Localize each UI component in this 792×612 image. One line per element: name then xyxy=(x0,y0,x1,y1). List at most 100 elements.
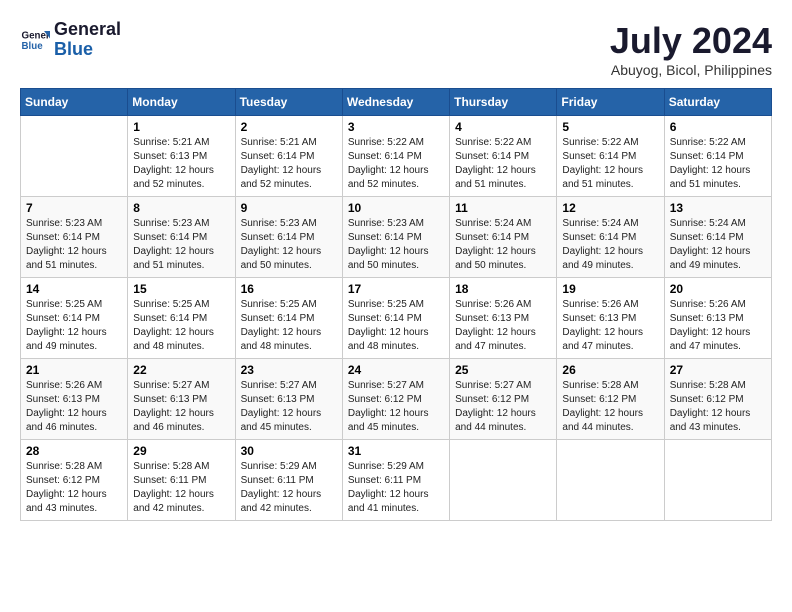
day-info: Sunrise: 5:24 AMSunset: 6:14 PMDaylight:… xyxy=(670,217,766,273)
day-info: Sunrise: 5:23 AMSunset: 6:14 PMDaylight:… xyxy=(241,217,337,273)
day-info: Sunrise: 5:21 AMSunset: 6:14 PMDaylight:… xyxy=(241,136,337,192)
day-number: 25 xyxy=(455,363,551,377)
day-info: Sunrise: 5:28 AMSunset: 6:12 PMDaylight:… xyxy=(562,379,658,435)
day-number: 15 xyxy=(133,282,229,296)
weekday-header-saturday: Saturday xyxy=(664,89,771,116)
day-number: 12 xyxy=(562,201,658,215)
weekday-header-wednesday: Wednesday xyxy=(342,89,449,116)
calendar-cell: 20Sunrise: 5:26 AMSunset: 6:13 PMDayligh… xyxy=(664,278,771,359)
day-info: Sunrise: 5:29 AMSunset: 6:11 PMDaylight:… xyxy=(348,460,444,516)
day-info: Sunrise: 5:28 AMSunset: 6:11 PMDaylight:… xyxy=(133,460,229,516)
calendar-cell: 28 Sunrise: 5:28 AMSunset: 6:12 PMDayligh… xyxy=(21,440,128,521)
calendar-cell: 2Sunrise: 5:21 AMSunset: 6:14 PMDaylight… xyxy=(235,116,342,197)
day-number: 24 xyxy=(348,363,444,377)
day-info: Sunrise: 5:27 AMSunset: 6:13 PMDaylight:… xyxy=(133,379,229,435)
day-info: Sunrise: 5:29 AMSunset: 6:11 PMDaylight:… xyxy=(241,460,337,516)
day-info: Sunrise: 5:23 AMSunset: 6:14 PMDaylight:… xyxy=(26,217,122,273)
day-number: 7 xyxy=(26,201,122,215)
day-number: 28 xyxy=(26,444,122,458)
calendar-cell: 11 Sunrise: 5:24 AMSunset: 6:14 PMDayligh… xyxy=(450,197,557,278)
calendar-cell: 10Sunrise: 5:23 AMSunset: 6:14 PMDayligh… xyxy=(342,197,449,278)
calendar-cell: 29 Sunrise: 5:28 AMSunset: 6:11 PMDayligh… xyxy=(128,440,235,521)
weekday-header-monday: Monday xyxy=(128,89,235,116)
week-row-3: 14 Sunrise: 5:25 AMSunset: 6:14 PMDayligh… xyxy=(21,278,772,359)
day-number: 8 xyxy=(133,201,229,215)
calendar-cell: 13 Sunrise: 5:24 AMSunset: 6:14 PMDayligh… xyxy=(664,197,771,278)
day-number: 6 xyxy=(670,120,766,134)
month-title: July 2024 xyxy=(610,20,772,62)
day-info: Sunrise: 5:26 AMSunset: 6:13 PMDaylight:… xyxy=(562,298,658,354)
day-info: Sunrise: 5:24 AMSunset: 6:14 PMDaylight:… xyxy=(455,217,551,273)
weekday-header-sunday: Sunday xyxy=(21,89,128,116)
day-number: 1 xyxy=(133,120,229,134)
logo-text: General Blue xyxy=(54,20,121,60)
calendar-cell: 18Sunrise: 5:26 AMSunset: 6:13 PMDayligh… xyxy=(450,278,557,359)
week-row-5: 28 Sunrise: 5:28 AMSunset: 6:12 PMDayligh… xyxy=(21,440,772,521)
weekday-header-row: SundayMondayTuesdayWednesdayThursdayFrid… xyxy=(21,89,772,116)
calendar-cell: 8 Sunrise: 5:23 AMSunset: 6:14 PMDaylight… xyxy=(128,197,235,278)
day-info: Sunrise: 5:22 AMSunset: 6:14 PMDaylight:… xyxy=(670,136,766,192)
calendar-cell: 3 Sunrise: 5:22 AMSunset: 6:14 PMDaylight… xyxy=(342,116,449,197)
calendar-cell: 31 Sunrise: 5:29 AMSunset: 6:11 PMDayligh… xyxy=(342,440,449,521)
day-info: Sunrise: 5:25 AMSunset: 6:14 PMDaylight:… xyxy=(26,298,122,354)
day-info: Sunrise: 5:25 AMSunset: 6:14 PMDaylight:… xyxy=(348,298,444,354)
day-number: 31 xyxy=(348,444,444,458)
week-row-2: 7 Sunrise: 5:23 AMSunset: 6:14 PMDaylight… xyxy=(21,197,772,278)
day-number: 9 xyxy=(241,201,337,215)
logo-icon: General Blue xyxy=(20,25,50,55)
calendar-cell: 4 Sunrise: 5:22 AMSunset: 6:14 PMDaylight… xyxy=(450,116,557,197)
calendar-cell: 12 Sunrise: 5:24 AMSunset: 6:14 PMDayligh… xyxy=(557,197,664,278)
week-row-1: 1 Sunrise: 5:21 AMSunset: 6:13 PMDaylight… xyxy=(21,116,772,197)
calendar-cell: 19Sunrise: 5:26 AMSunset: 6:13 PMDayligh… xyxy=(557,278,664,359)
calendar-cell: 25 Sunrise: 5:27 AMSunset: 6:12 PMDayligh… xyxy=(450,359,557,440)
weekday-header-thursday: Thursday xyxy=(450,89,557,116)
day-info: Sunrise: 5:22 AMSunset: 6:14 PMDaylight:… xyxy=(455,136,551,192)
day-number: 30 xyxy=(241,444,337,458)
calendar-cell xyxy=(21,116,128,197)
day-info: Sunrise: 5:25 AMSunset: 6:14 PMDaylight:… xyxy=(133,298,229,354)
day-info: Sunrise: 5:23 AMSunset: 6:14 PMDaylight:… xyxy=(133,217,229,273)
day-info: Sunrise: 5:22 AMSunset: 6:14 PMDaylight:… xyxy=(562,136,658,192)
day-info: Sunrise: 5:26 AMSunset: 6:13 PMDaylight:… xyxy=(455,298,551,354)
calendar-cell: 14 Sunrise: 5:25 AMSunset: 6:14 PMDayligh… xyxy=(21,278,128,359)
calendar-cell: 21Sunrise: 5:26 AMSunset: 6:13 PMDayligh… xyxy=(21,359,128,440)
day-info: Sunrise: 5:24 AMSunset: 6:14 PMDaylight:… xyxy=(562,217,658,273)
day-number: 4 xyxy=(455,120,551,134)
day-number: 11 xyxy=(455,201,551,215)
day-number: 3 xyxy=(348,120,444,134)
day-number: 17 xyxy=(348,282,444,296)
day-info: Sunrise: 5:28 AMSunset: 6:12 PMDaylight:… xyxy=(670,379,766,435)
weekday-header-tuesday: Tuesday xyxy=(235,89,342,116)
calendar-cell: 7 Sunrise: 5:23 AMSunset: 6:14 PMDaylight… xyxy=(21,197,128,278)
day-number: 26 xyxy=(562,363,658,377)
day-number: 14 xyxy=(26,282,122,296)
day-number: 22 xyxy=(133,363,229,377)
day-info: Sunrise: 5:21 AMSunset: 6:13 PMDaylight:… xyxy=(133,136,229,192)
calendar-cell: 24Sunrise: 5:27 AMSunset: 6:12 PMDayligh… xyxy=(342,359,449,440)
day-number: 5 xyxy=(562,120,658,134)
title-block: July 2024 Abuyog, Bicol, Philippines xyxy=(610,20,772,78)
calendar-cell: 22 Sunrise: 5:27 AMSunset: 6:13 PMDayligh… xyxy=(128,359,235,440)
day-info: Sunrise: 5:27 AMSunset: 6:12 PMDaylight:… xyxy=(455,379,551,435)
calendar-cell: 23Sunrise: 5:27 AMSunset: 6:13 PMDayligh… xyxy=(235,359,342,440)
svg-text:Blue: Blue xyxy=(22,41,44,52)
calendar-table: SundayMondayTuesdayWednesdayThursdayFrid… xyxy=(20,88,772,521)
logo: General Blue General Blue xyxy=(20,20,121,60)
calendar-cell xyxy=(557,440,664,521)
day-info: Sunrise: 5:22 AMSunset: 6:14 PMDaylight:… xyxy=(348,136,444,192)
day-number: 10 xyxy=(348,201,444,215)
calendar-cell: 30 Sunrise: 5:29 AMSunset: 6:11 PMDayligh… xyxy=(235,440,342,521)
day-info: Sunrise: 5:26 AMSunset: 6:13 PMDaylight:… xyxy=(670,298,766,354)
location: Abuyog, Bicol, Philippines xyxy=(610,62,772,78)
calendar-cell: 1 Sunrise: 5:21 AMSunset: 6:13 PMDaylight… xyxy=(128,116,235,197)
calendar-cell: 26 Sunrise: 5:28 AMSunset: 6:12 PMDayligh… xyxy=(557,359,664,440)
day-info: Sunrise: 5:28 AMSunset: 6:12 PMDaylight:… xyxy=(26,460,122,516)
day-number: 23 xyxy=(241,363,337,377)
day-number: 13 xyxy=(670,201,766,215)
day-number: 29 xyxy=(133,444,229,458)
calendar-cell xyxy=(450,440,557,521)
calendar-cell: 6 Sunrise: 5:22 AMSunset: 6:14 PMDaylight… xyxy=(664,116,771,197)
page-header: General Blue General Blue July 2024 Abuy… xyxy=(20,20,772,78)
week-row-4: 21Sunrise: 5:26 AMSunset: 6:13 PMDayligh… xyxy=(21,359,772,440)
calendar-cell: 15 Sunrise: 5:25 AMSunset: 6:14 PMDayligh… xyxy=(128,278,235,359)
